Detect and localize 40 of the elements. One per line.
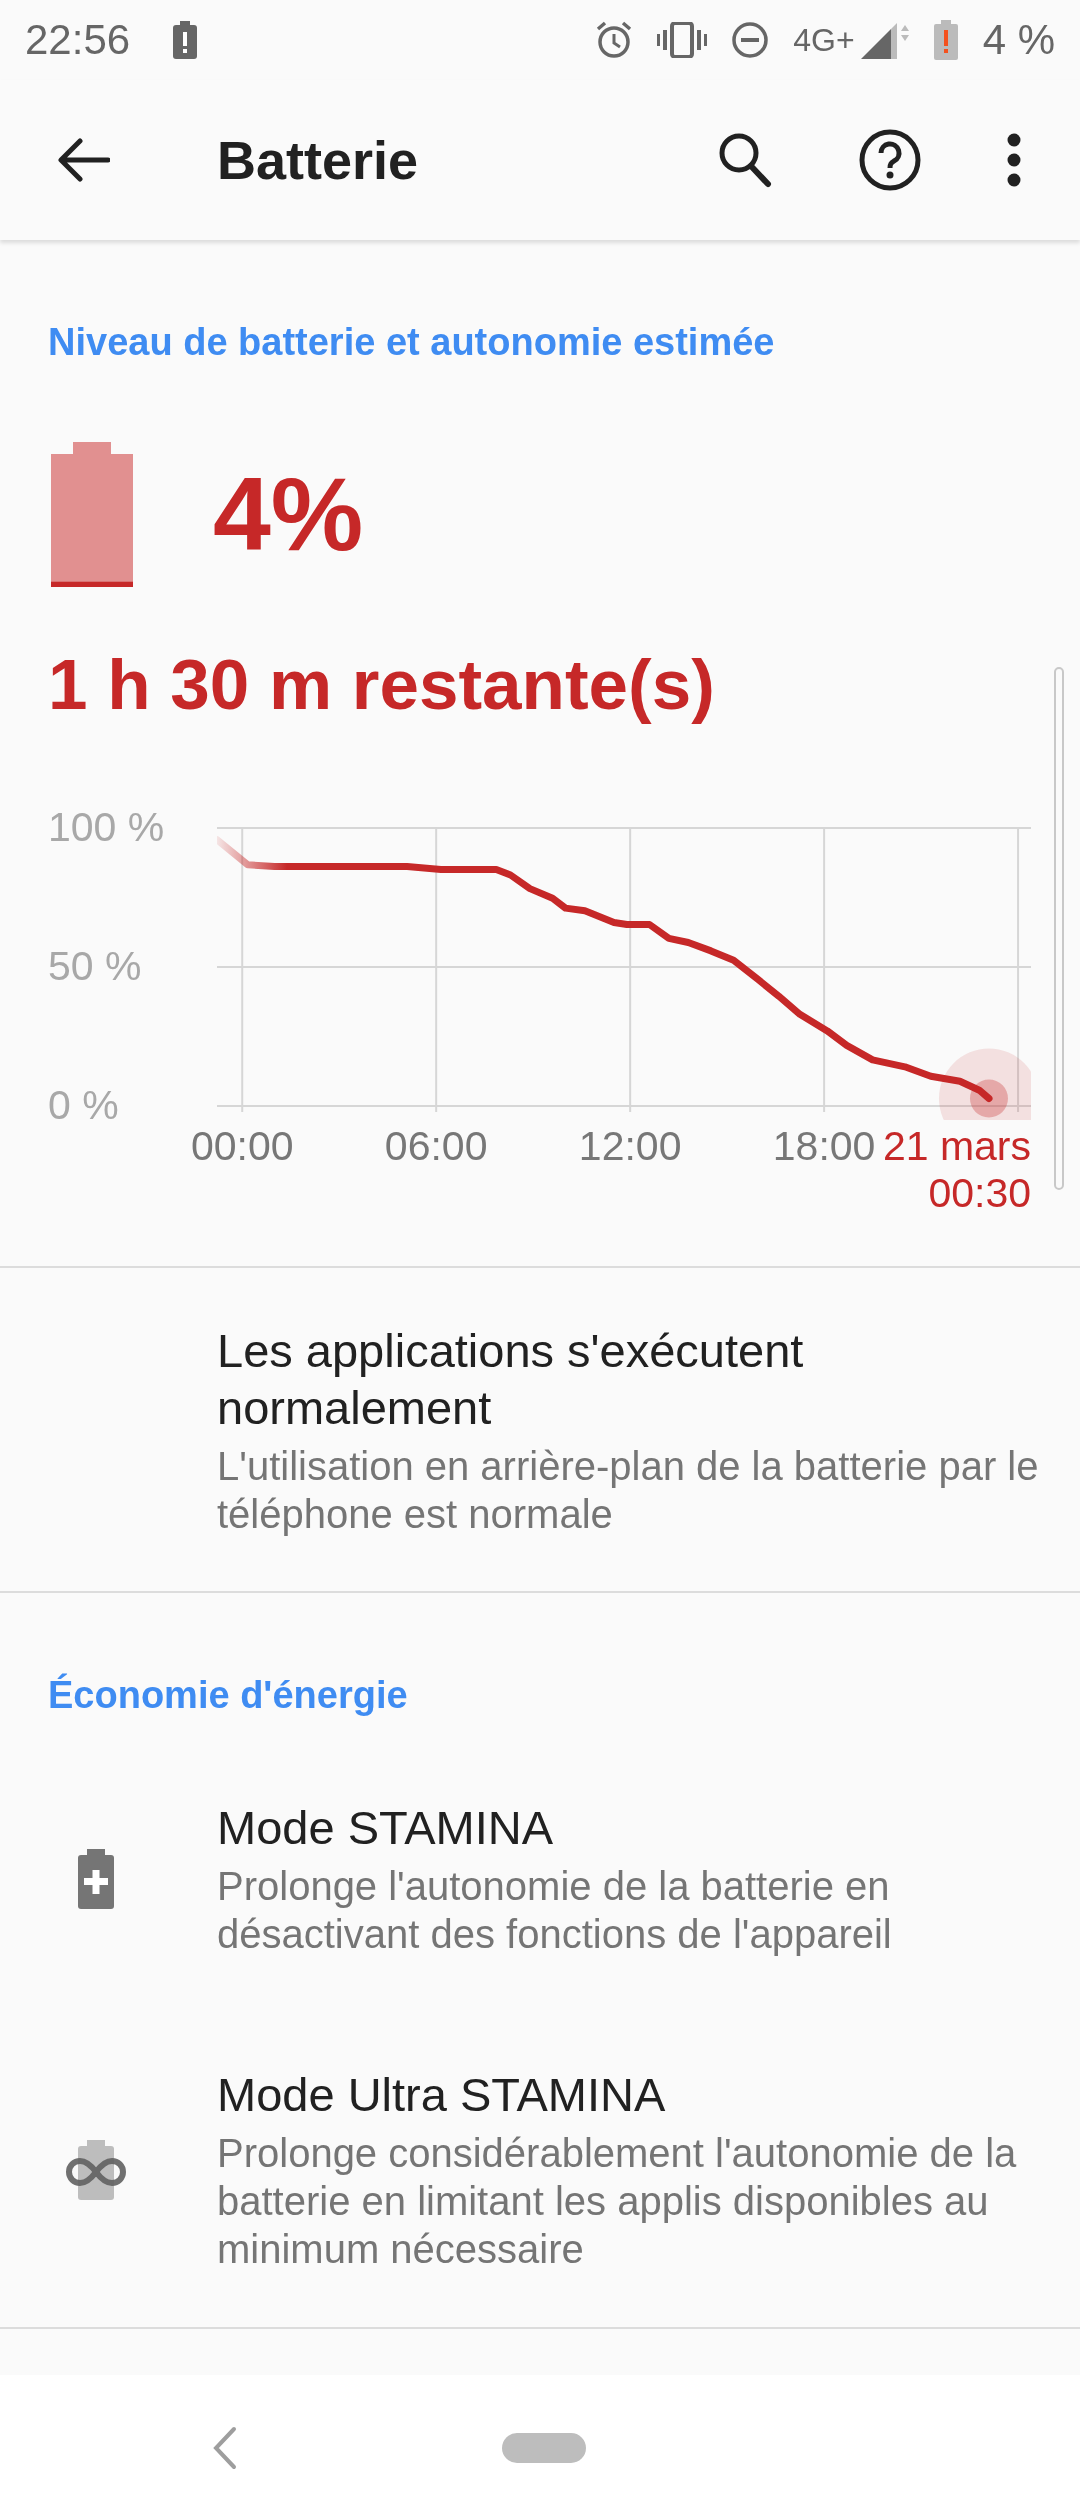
page-title: Batterie bbox=[217, 129, 420, 191]
battery-plus-icon bbox=[78, 1848, 114, 1909]
item-summary: L'utilisation en arrière-plan de la batterie par le téléphone est normale bbox=[217, 1443, 1040, 1538]
section-header: Niveau de batterie et autonomie estimée bbox=[47, 320, 776, 364]
vibrate-icon bbox=[657, 22, 708, 58]
signal-icon bbox=[860, 21, 909, 59]
search-icon[interactable] bbox=[718, 132, 772, 188]
axis-label: 0 % bbox=[48, 1082, 119, 1128]
alarm-icon bbox=[595, 21, 634, 59]
axis-label: 50 % bbox=[48, 943, 142, 989]
clock: 22:56 bbox=[25, 16, 131, 64]
app-status-item[interactable]: Les applications s'exécutent normalement L'utilisation en arrière-plan de la batterie par le téléphone est normale bbox=[0, 1268, 1080, 1591]
axis-label: 18:00 bbox=[772, 1123, 876, 1169]
battery-alert-icon bbox=[932, 20, 959, 60]
battery-infinity-icon bbox=[63, 2139, 129, 2200]
axis-label: 06:00 bbox=[384, 1123, 488, 1169]
battery-icon bbox=[51, 442, 133, 587]
network-type: 4G+ bbox=[793, 21, 855, 59]
power-mode-item[interactable]: Mode Ultra STAMINA Prolonge considérablement l'autonomie de la batterie en limitant les applis disponibles au minimum nécessaire bbox=[0, 2066, 1080, 2273]
do-not-disturb-icon bbox=[731, 21, 770, 59]
power-mode-item[interactable]: Mode STAMINA Prolonge l'autonomie de la batterie en désactivant des fonctions de l'appareil bbox=[0, 1799, 1080, 1958]
end-time-label: 00:30 bbox=[928, 1170, 1031, 1216]
item-summary: Prolonge l'autonomie de la batterie en désactivant des fonctions de l'appareil bbox=[217, 1863, 893, 1958]
axis-label: 12:00 bbox=[578, 1123, 682, 1169]
back-arrow-icon[interactable] bbox=[58, 138, 110, 182]
item-title: Les applications s'exécutent normalement bbox=[217, 1323, 805, 1436]
battery-percentage: 4% bbox=[213, 455, 364, 574]
battery-alert-icon bbox=[172, 21, 199, 59]
axis-label: 00:00 bbox=[190, 1123, 294, 1169]
item-title: Mode STAMINA bbox=[217, 1800, 555, 1856]
end-time-label: 21 mars bbox=[882, 1123, 1031, 1169]
axis-label: 100 % bbox=[48, 804, 165, 850]
help-icon[interactable] bbox=[859, 129, 921, 191]
more-options-icon[interactable] bbox=[1006, 132, 1022, 188]
battery-percentage: 4 % bbox=[982, 16, 1055, 64]
item-summary: Prolonge considérablement l'autonomie de la batterie en limitant les applis disponibles au minimum nécessaire bbox=[217, 2130, 1018, 2273]
item-title: Mode Ultra STAMINA bbox=[217, 2067, 667, 2123]
back-icon[interactable] bbox=[212, 2425, 238, 2470]
remaining-time: 1 h 30 m restante(s) bbox=[47, 645, 716, 725]
section-header: Économie d'énergie bbox=[47, 1672, 409, 1717]
